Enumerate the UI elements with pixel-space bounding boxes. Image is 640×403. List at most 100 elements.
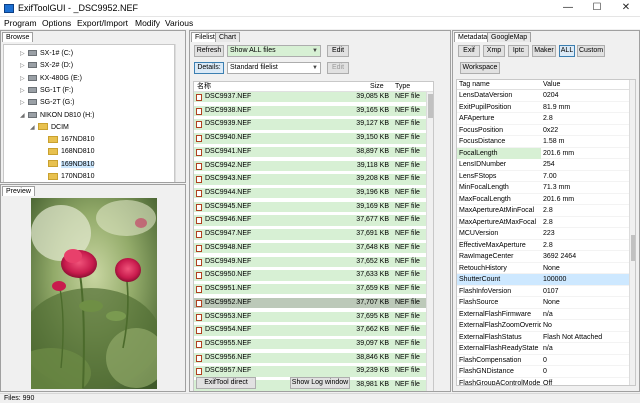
file-row[interactable]: DSC9945.NEF 39,169 KB NEF file — [194, 201, 427, 213]
metadata-scrollbar[interactable] — [629, 80, 635, 385]
file-row[interactable]: DSC9957.NEF 39,239 KB NEF file — [194, 366, 427, 377]
tree-item[interactable]: ▷ SX-2# (D:) — [20, 60, 73, 71]
metadata-row[interactable]: RetouchHistory None — [457, 263, 629, 274]
expand-icon[interactable]: ▷ — [20, 49, 28, 60]
expand-icon[interactable]: ▷ — [20, 74, 28, 85]
metadata-row[interactable]: ExternalFlashZoomOverrid No — [457, 320, 629, 332]
tab-browse[interactable]: Browse — [2, 32, 34, 42]
metadata-row[interactable]: LensIDNumber 254 — [457, 159, 629, 171]
collapse-icon[interactable]: ◢ — [20, 111, 28, 122]
tree-item[interactable]: 169ND810 — [40, 159, 95, 170]
tree-item[interactable]: 168ND810 — [40, 146, 94, 157]
file-filter-select[interactable]: Show ALL files ▼ — [227, 45, 321, 57]
metadata-row[interactable]: AFAperture 2.8 — [457, 113, 629, 125]
edit-view-button[interactable]: Edit — [327, 62, 349, 74]
file-row[interactable]: DSC9952.NEF 37,707 KB NEF file — [194, 297, 427, 309]
file-row[interactable]: DSC9940.NEF 39,150 KB NEF file — [194, 133, 427, 144]
file-row[interactable]: DSC9955.NEF 39,097 KB NEF file — [194, 338, 427, 350]
tree-item[interactable]: ▷ SX-1# (C:) — [20, 48, 73, 59]
file-row[interactable]: DSC9941.NEF 38,897 KB NEF file — [194, 146, 427, 158]
metadata-row[interactable]: FlashInfoVersion 0107 — [457, 286, 629, 297]
view-mode-select[interactable]: Standard filelist ▼ — [227, 62, 321, 74]
column-type-header[interactable]: Type — [395, 82, 410, 92]
metadata-filter-custom-button[interactable]: Custom — [577, 45, 605, 57]
file-row[interactable]: DSC9943.NEF 39,208 KB NEF file — [194, 174, 427, 185]
metadata-row[interactable]: FlashGroupAControlMode Off — [457, 378, 629, 386]
collapse-icon[interactable]: ◢ — [30, 123, 38, 134]
menu-export-import[interactable]: Export/Import — [77, 18, 128, 28]
metadata-row[interactable]: ExternalFlashFirmware n/a — [457, 309, 629, 320]
tab-metadata[interactable]: Metadata — [454, 32, 492, 42]
tab-chart[interactable]: Chart — [215, 32, 241, 42]
file-row[interactable]: DSC9942.NEF 39,118 KB NEF file — [194, 160, 427, 171]
tab-googlemap[interactable]: GoogleMap — [487, 32, 532, 42]
menu-program[interactable]: Program — [4, 18, 37, 28]
column-name-header[interactable]: 名称 — [197, 82, 211, 92]
metadata-row[interactable]: FlashGNDistance 0 — [457, 366, 629, 378]
column-tag-header[interactable]: Tag name — [459, 80, 490, 90]
metadata-filter-iptc-button[interactable]: Iptc — [508, 45, 529, 57]
tree-item[interactable]: ◢ NIKON D810 (H:) — [20, 110, 94, 121]
tree-item[interactable]: ▷ SG-1T (F:) — [20, 85, 73, 96]
file-row[interactable]: DSC9950.NEF 37,633 KB NEF file — [194, 270, 427, 281]
metadata-row[interactable]: FocalLength 201.6 mm — [457, 147, 629, 159]
column-value-header[interactable]: Value — [543, 80, 560, 90]
file-row[interactable]: DSC9954.NEF 37,662 KB NEF file — [194, 325, 427, 336]
file-row[interactable]: DSC9938.NEF 39,165 KB NEF file — [194, 105, 427, 117]
tree-scrollbar[interactable] — [175, 44, 182, 182]
details-button[interactable]: Details: — [194, 62, 224, 74]
metadata-row[interactable]: RawImageCenter 3692 2464 — [457, 251, 629, 263]
menu-options[interactable]: Options — [42, 18, 71, 28]
column-size-header[interactable]: Size — [370, 82, 384, 92]
workspace-button[interactable]: Workspace — [460, 62, 500, 74]
metadata-row[interactable]: ExternalFlashReadyState n/a — [457, 343, 629, 355]
tree-item[interactable]: ◢ DCIM — [30, 122, 69, 133]
edit-filter-button[interactable]: Edit — [327, 45, 349, 57]
folder-tree[interactable]: ▷ SX-1# (C:) ▷ SX-2# (D:) ▷ KX-480G (E:) ▷ SG-1… — [3, 44, 175, 182]
metadata-row[interactable]: EffectiveMaxAperture 2.8 — [457, 240, 629, 251]
menu-modify[interactable]: Modify — [135, 18, 160, 28]
menu-various[interactable]: Various — [165, 18, 193, 28]
show-log-button[interactable]: Show Log window — [290, 377, 350, 389]
file-row[interactable]: DSC9946.NEF 37,677 KB NEF file — [194, 215, 427, 226]
metadata-filter-xmp-button[interactable]: Xmp — [483, 45, 505, 57]
metadata-row[interactable]: FlashCompensation 0 — [457, 355, 629, 366]
file-row[interactable]: DSC9953.NEF 37,695 KB NEF file — [194, 311, 427, 322]
exiftool-direct-button[interactable]: ExifTool direct — [196, 377, 256, 389]
file-row[interactable]: DSC9944.NEF 39,196 KB NEF file — [194, 188, 427, 199]
metadata-row[interactable]: ExternalFlashStatus Flash Not Attached — [457, 332, 629, 343]
metadata-row[interactable]: MaxApertureAtMinFocal 2.8 — [457, 205, 629, 217]
metadata-filter-maker-button[interactable]: Maker — [532, 45, 556, 57]
close-button[interactable]: ✕ — [612, 0, 640, 17]
metadata-row[interactable]: LensFStops 7.00 — [457, 171, 629, 182]
metadata-filter-all-button[interactable]: ALL — [559, 45, 575, 57]
expand-icon[interactable]: ▷ — [20, 98, 28, 109]
maximize-button[interactable]: ☐ — [583, 0, 611, 17]
file-list-scrollbar[interactable] — [426, 92, 433, 391]
tree-item[interactable]: 167ND810 — [40, 134, 94, 145]
file-row[interactable]: DSC9951.NEF 37,659 KB NEF file — [194, 284, 427, 295]
metadata-grid[interactable]: Tag name Value LensDataVersion 0204 ExitPu… — [456, 79, 636, 386]
metadata-filter-exif-button[interactable]: Exif — [458, 45, 480, 57]
file-row[interactable]: DSC9947.NEF 37,691 KB NEF file — [194, 229, 427, 240]
metadata-row[interactable]: MaxFocalLength 201.6 mm — [457, 194, 629, 205]
metadata-row[interactable]: FocusPosition 0x22 — [457, 125, 629, 136]
file-row[interactable]: DSC9949.NEF 37,652 KB NEF file — [194, 256, 427, 268]
metadata-row[interactable]: LensDataVersion 0204 — [457, 90, 629, 102]
metadata-row[interactable]: ShutterCount 100000 — [457, 274, 629, 286]
tab-preview[interactable]: Preview — [2, 186, 35, 196]
metadata-row[interactable]: ExitPupilPosition 81.9 mm — [457, 102, 629, 113]
minimize-button[interactable]: — — [554, 0, 582, 17]
metadata-row[interactable]: MinFocalLength 71.3 mm — [457, 182, 629, 194]
metadata-row[interactable]: FocusDistance 1.58 m — [457, 136, 629, 148]
metadata-row[interactable]: FlashSource None — [457, 297, 629, 309]
file-row[interactable]: DSC9948.NEF 37,648 KB NEF file — [194, 242, 427, 254]
metadata-row[interactable]: MCUVersion 223 — [457, 228, 629, 240]
file-row[interactable]: DSC9956.NEF 38,846 KB NEF file — [194, 352, 427, 364]
file-row[interactable]: DSC9939.NEF 39,127 KB NEF file — [194, 119, 427, 130]
file-list[interactable]: 名称 Size Type DSC9937.NEF 39,085 KB NEF fil… — [193, 81, 434, 391]
tree-item[interactable]: ▷ SG-2T (G:) — [20, 97, 74, 108]
expand-icon[interactable]: ▷ — [20, 61, 28, 72]
file-row[interactable]: DSC9937.NEF 39,085 KB NEF file — [194, 92, 427, 103]
metadata-row[interactable]: MaxApertureAtMaxFocal 2.8 — [457, 217, 629, 228]
